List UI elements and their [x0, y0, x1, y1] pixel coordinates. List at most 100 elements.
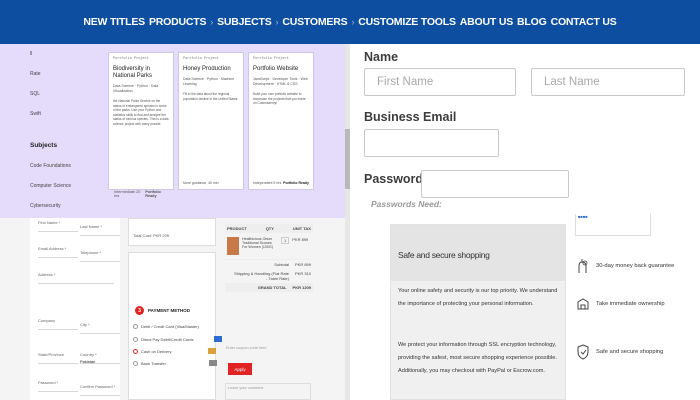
- first-name-input[interactable]: First Name: [364, 68, 516, 96]
- subject-item[interactable]: Cybersecurity: [30, 196, 100, 216]
- payment-option-label: Bank Transfer: [141, 360, 166, 366]
- payment-option-cod[interactable]: Cash on Delivery: [133, 348, 217, 354]
- nav-customers[interactable]: CUSTOMERS: [282, 16, 347, 28]
- email-field[interactable]: Email Address *: [38, 246, 78, 258]
- total-box: Total Cost: PKR 209: [128, 218, 216, 246]
- nav-blog[interactable]: BLOG: [517, 16, 547, 28]
- project-card[interactable]: Portfolio Project Biodiversity in Nation…: [108, 52, 174, 190]
- comment-textarea[interactable]: Leave your comment: [225, 383, 311, 400]
- telephone-field[interactable]: Telephone *: [80, 250, 120, 262]
- ownership-icon: [576, 297, 590, 311]
- card-badge: Portfolio Ready: [283, 181, 309, 185]
- card-title: Portfolio Website: [253, 66, 299, 72]
- company-field[interactable]: Company: [38, 318, 78, 330]
- trust-item: Take immediate ownership: [576, 297, 665, 311]
- card-description: Fill in the data about the regional popu…: [183, 92, 239, 101]
- city-field[interactable]: City *: [80, 322, 120, 334]
- nav-separator: ›: [351, 17, 355, 27]
- secure-shopping-icon: [576, 344, 590, 360]
- nav-new-titles[interactable]: NEW TITLES: [83, 16, 145, 28]
- grand-total-value: PKR 1209: [292, 285, 311, 290]
- payment-option-bank[interactable]: Bank Transfer: [133, 360, 217, 366]
- payment-option-card[interactable]: Debit / Credit Card (Visa/Master): [133, 324, 199, 329]
- shipping-label: Shipping & Handling (Flat Rate - Table R…: [234, 271, 289, 281]
- apply-coupon-button[interactable]: Apply: [228, 363, 252, 375]
- last-name-field[interactable]: Last Name *: [80, 224, 120, 236]
- money-back-icon: [576, 259, 590, 273]
- payment-option-label: Cash on Delivery: [141, 348, 172, 354]
- grand-total-label: GRAND TOTAL: [257, 285, 287, 290]
- card-description: the National Parks Service on the status…: [113, 99, 169, 126]
- state-field[interactable]: State/Province: [38, 352, 78, 364]
- card-level: Intermediate 20 hrs: [114, 190, 141, 198]
- card-subtitle: JavaScript · Developer Tools · Web Devel…: [253, 77, 308, 86]
- password-field[interactable]: Password *: [38, 380, 78, 392]
- card-title: Honey Production: [183, 66, 231, 72]
- safe-shopping-paragraph: We protect your information through SSL …: [398, 342, 557, 374]
- subject-item[interactable]: Code Foundations: [30, 156, 100, 176]
- card-level: Independent 5 hrs: [253, 181, 282, 185]
- nav-about-us[interactable]: ABOUT US: [460, 16, 513, 28]
- subject-item[interactable]: Computer Science: [30, 176, 100, 196]
- payment-method-header: 3 PAYMENT METHOD: [135, 306, 190, 315]
- nav-separator: ›: [275, 17, 279, 27]
- sidebar-row[interactable]: Rate: [30, 64, 100, 84]
- trust-item: 30-day money back guarantee: [576, 259, 674, 273]
- info-box: ■■■■: [575, 214, 651, 236]
- nav-contact-us[interactable]: CONTACT US: [551, 16, 617, 28]
- card-badge: Portfolio Ready: [145, 190, 161, 198]
- card-tag: Portfolio Project: [183, 57, 219, 61]
- card-description: Build your own portfolio website to show…: [253, 92, 306, 106]
- confirm-password-field[interactable]: Confirm Password *: [80, 384, 120, 396]
- name-label: Name: [364, 50, 399, 64]
- qty-value[interactable]: 1: [281, 237, 290, 244]
- sidebar-row[interactable]: ll: [30, 44, 100, 64]
- product-name: Healthicious Onion Traditional Scones Fo…: [242, 237, 273, 249]
- address-field[interactable]: Address *: [38, 272, 114, 284]
- payment-method-title: PAYMENT METHOD: [148, 308, 191, 313]
- nav-separator: ›: [210, 17, 214, 27]
- catalog-sidebar: ll Rate SQL Swift Subjects Code Foundati…: [30, 44, 100, 216]
- step-number: 3: [135, 306, 144, 315]
- bank-icon: [208, 360, 217, 366]
- nav-customize-tools[interactable]: CUSTOMIZE TOOLS: [358, 16, 456, 28]
- card-subtitle: Data Science · Python · Machine Learning: [183, 77, 235, 86]
- coupon-input[interactable]: Enter coupon code here: [226, 346, 267, 350]
- first-name-field[interactable]: First Name *: [38, 220, 78, 232]
- grand-total-row: GRAND TOTAL PKR 1209: [225, 283, 313, 292]
- trust-label: Safe and secure shopping: [596, 349, 664, 355]
- order-col: PRODUCT: [227, 226, 247, 231]
- product-price: PKR 899: [292, 237, 309, 242]
- card-tag: Portfolio Project: [113, 57, 149, 61]
- sidebar-row[interactable]: Swift: [30, 104, 100, 124]
- safe-shopping-title: Safe and secure shopping: [398, 250, 490, 260]
- checkout-section: First Name * Last Name * Email Address *…: [0, 218, 350, 400]
- info-link[interactable]: ■■■■: [578, 214, 588, 219]
- sidebar-row[interactable]: SQL: [30, 84, 100, 104]
- radio-icon[interactable]: [133, 348, 138, 354]
- order-col: UNIT TAX: [292, 226, 311, 231]
- radio-icon[interactable]: [133, 324, 138, 329]
- total-cost: Total Cost: PKR 209: [133, 233, 170, 238]
- payment-option-label: Direct Pay Debit/Credit Cards: [141, 336, 194, 342]
- subtotal-label: Subtotal: [274, 262, 289, 267]
- nav-subjects[interactable]: SUBJECTS: [217, 16, 272, 28]
- business-email-input[interactable]: [364, 129, 499, 157]
- payment-option-direct[interactable]: Direct Pay Debit/Credit Cards: [133, 336, 223, 342]
- payment-option-label: Debit / Credit Card (Visa/Master): [141, 324, 199, 329]
- radio-icon[interactable]: [133, 360, 138, 366]
- nav-products[interactable]: PRODUCTS: [149, 16, 207, 28]
- radio-icon[interactable]: [133, 336, 138, 342]
- card-title: Biodiversity in National Parks: [113, 66, 153, 80]
- safe-shopping-paragraph: Your online safety and security is our t…: [398, 288, 558, 307]
- catalog-section: ll Rate SQL Swift Subjects Code Foundati…: [0, 44, 350, 218]
- project-card[interactable]: Portfolio Project Honey Production Data …: [178, 52, 244, 190]
- last-name-input[interactable]: Last Name: [531, 68, 685, 96]
- subjects-heading: Subjects: [30, 141, 58, 149]
- business-email-label: Business Email: [364, 110, 457, 124]
- card-footer: Independent 5 hrs Portfolio Ready: [253, 181, 309, 185]
- project-card[interactable]: Portfolio Project Portfolio Website Java…: [248, 52, 314, 190]
- safe-shopping-card: Safe and secure shopping Your online saf…: [390, 224, 566, 400]
- card-footer: More guidance, 40 min: [183, 181, 239, 185]
- password-input[interactable]: [421, 170, 569, 198]
